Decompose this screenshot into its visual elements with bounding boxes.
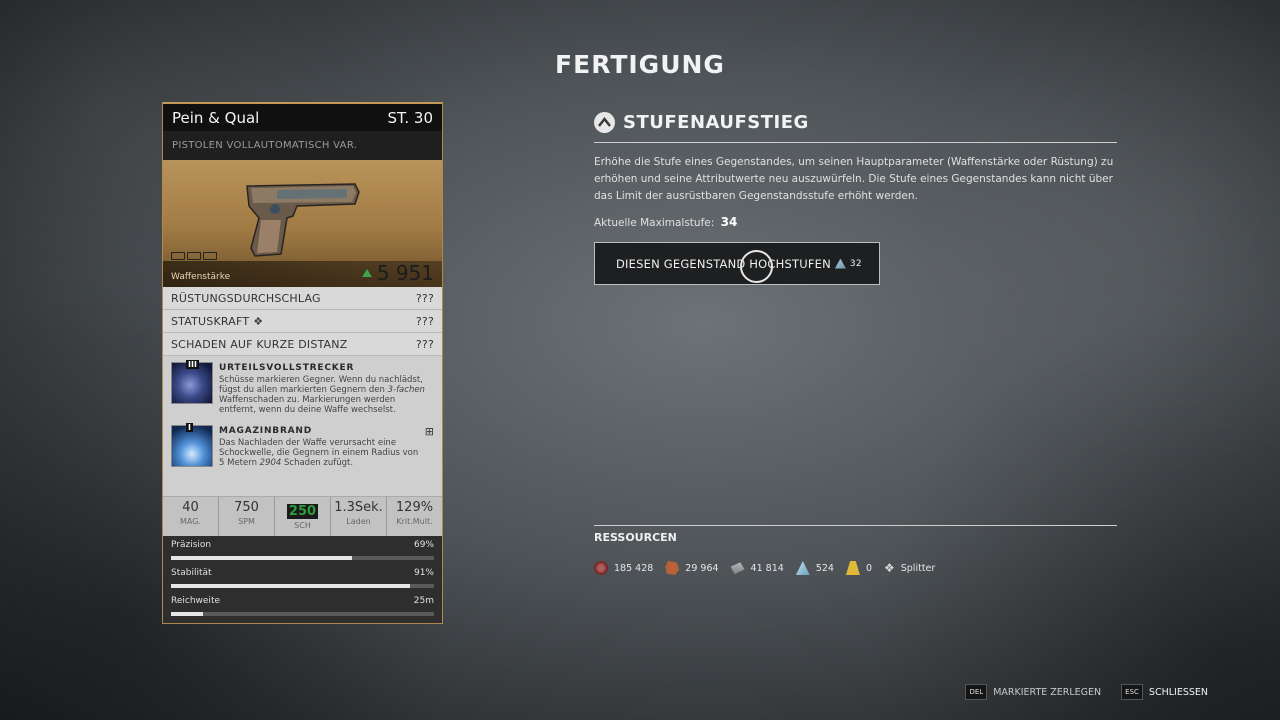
stat-crit-multiplier: 129% Krit.Mult. — [395, 500, 434, 526]
item-card: Pein & Qual ST. 30 PISTOLEN VOLLAUTOMATI… — [162, 102, 443, 624]
esc-key[interactable]: ESC — [1121, 684, 1143, 700]
power-label: Waffenstärke — [171, 272, 231, 282]
attribute-status-power: STATUSKRAFT ❖ ??? — [163, 310, 442, 333]
item-header: Pein & Qual ST. 30 — [163, 104, 442, 131]
del-key[interactable]: DEL — [965, 684, 988, 700]
iron-icon — [730, 562, 745, 575]
footer-hints: DEL MARKIERTE ZERLEGEN ESC SCHLIESSEN — [965, 684, 1208, 700]
mod-grid-icon: ⊞ — [424, 425, 434, 438]
item-level: ST. 30 — [387, 108, 433, 127]
mod-description: Schüsse markieren Gegner. Wenn du nachlä… — [219, 375, 425, 415]
scrap-icon — [594, 561, 608, 575]
mods-section: III URTEILSVOLLSTRECKER Schüsse markiere… — [163, 356, 442, 496]
item-name: Pein & Qual — [172, 108, 260, 127]
mod-magazine-burn[interactable]: I MAGAZINBRAND Das Nachladen der Waffe v… — [171, 423, 434, 468]
attribute-armor-piercing: RÜSTUNGSDURCHSCHLAG ??? — [163, 287, 442, 310]
anomalous-icon — [845, 561, 860, 575]
upgrade-item-button[interactable]: DIESEN GEGENSTAND HOCHSTUFEN 32 — [594, 242, 880, 285]
upgrade-description: Erhöhe die Stufe eines Gegenstandes, um … — [594, 156, 1114, 202]
resource-scrap: 185 428 — [594, 561, 653, 575]
bar-fill — [171, 612, 203, 616]
resources-divider — [594, 525, 1117, 526]
stat-reload: 1.3Sek. Laden — [331, 497, 387, 536]
upgrade-header: STUFENAUFSTIEG — [594, 103, 1117, 143]
max-level-label: Aktuelle Maximalstufe: — [594, 217, 715, 229]
item-type: PISTOLEN VOLLAUTOMATISCH VAR. — [163, 131, 442, 160]
item-image: Waffenstärke 5 951 — [163, 160, 442, 287]
resource-shards: ❖ Splitter — [883, 561, 936, 575]
mod-description: Das Nachladen der Waffe verursacht eine … — [219, 438, 419, 468]
attribute-short-range-damage: SCHADEN AUF KURZE DISTANZ ??? — [163, 333, 442, 356]
attribute-value: ??? — [415, 314, 434, 328]
upgrade-button-label: DIESEN GEGENSTAND HOCHSTUFEN — [616, 256, 831, 271]
dismantle-label[interactable]: MARKIERTE ZERLEGEN — [993, 687, 1101, 698]
resources-list: 185 428 29 964 41 814 524 0 ❖ Splitter — [594, 561, 947, 575]
anomaly-icon: ❖ — [253, 314, 264, 328]
attribute-label: SCHADEN AUF KURZE DISTANZ — [171, 337, 348, 351]
bar-accuracy: Präzision 69% — [171, 540, 434, 568]
mod-title: URTEILSVOLLSTRECKER — [219, 363, 355, 373]
resource-titanium: 524 — [795, 561, 834, 575]
weapon-stats: 40 MAG. 750 SPM 250 SCH 1.3Sek. Laden 129% Kr… — [163, 496, 442, 536]
mod-executioner-icon: III — [171, 360, 213, 404]
attribute-value: ??? — [415, 291, 434, 305]
mod-executioner[interactable]: III URTEILSVOLLSTRECKER Schüsse markiere… — [171, 360, 434, 415]
attribute-value: ??? — [415, 337, 434, 351]
max-level-value: 34 — [720, 215, 738, 229]
mod-tier: III — [186, 360, 199, 369]
bar-range: Reichweite 25m — [171, 596, 434, 623]
power-up-arrow-icon — [361, 269, 372, 277]
mod-title: MAGAZINBRAND — [219, 426, 313, 436]
upgrade-title: STUFENAUFSTIEG — [623, 112, 809, 133]
level-up-chevron-icon — [594, 112, 615, 133]
resource-leather: 29 964 — [665, 561, 719, 575]
resources-title: RESSOURCEN — [594, 531, 677, 544]
stat-rpm: 750 SPM — [219, 497, 275, 536]
power-number: 5 951 — [376, 261, 434, 285]
mod-magazine-burn-icon: I — [171, 423, 213, 467]
bar-fill — [171, 556, 353, 560]
page-title: FERTIGUNG — [555, 50, 725, 79]
mod-tier: I — [186, 423, 193, 432]
resource-anomalous: 0 — [845, 561, 872, 575]
shard-icon: ❖ — [883, 561, 895, 575]
weapon-bars: Präzision 69% Stabilität 91% Reichweite 25m — [163, 536, 442, 623]
bar-stability: Stabilität 91% — [171, 568, 434, 596]
stat-damage: 250 SCH — [275, 497, 331, 536]
bar-fill — [171, 584, 411, 588]
upgrade-cost: 32 — [834, 258, 862, 269]
leather-icon — [665, 561, 680, 575]
attribute-label: RÜSTUNGSDURCHSCHLAG — [171, 291, 321, 305]
upgrade-cost-value: 32 — [849, 258, 862, 269]
pistol-image — [246, 183, 360, 257]
stat-magazine: 40 MAG. — [163, 497, 219, 536]
power-value: 5 951 — [361, 261, 434, 285]
titanium-icon — [834, 258, 846, 269]
tier-indicator — [171, 252, 217, 260]
titanium-icon — [795, 561, 810, 575]
max-level: Aktuelle Maximalstufe: 34 — [594, 215, 737, 229]
resource-iron: 41 814 — [730, 561, 784, 575]
attribute-label: STATUSKRAFT — [171, 314, 250, 328]
close-label[interactable]: SCHLIESSEN — [1149, 687, 1208, 698]
